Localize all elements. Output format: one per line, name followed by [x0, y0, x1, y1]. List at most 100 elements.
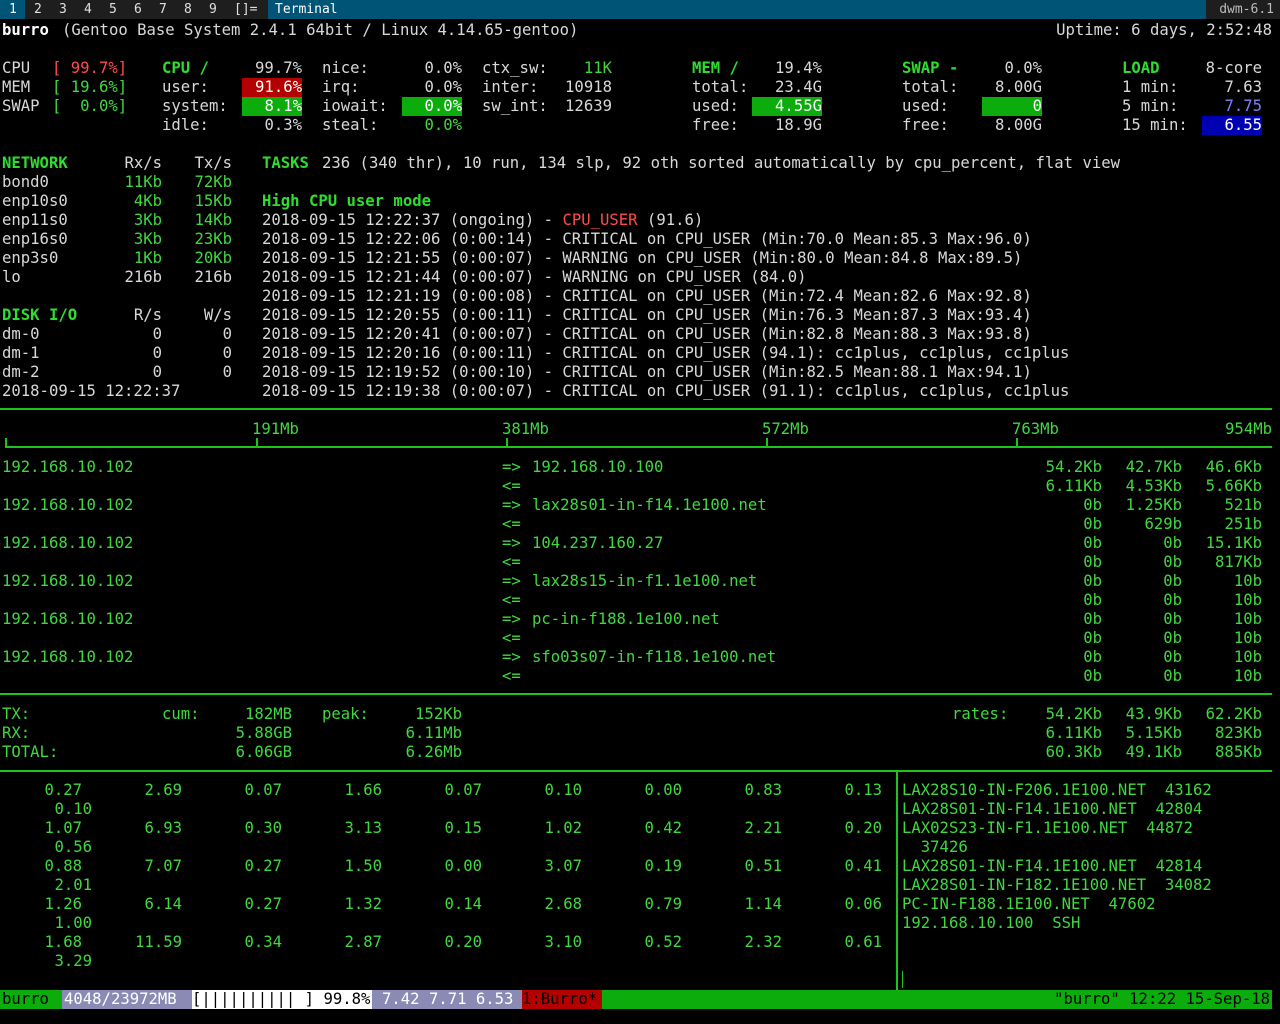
totals-cum-label: cum:: [162, 705, 200, 723]
dwm-bar: 1 2 3 4 5 6 7 8 9 []= Terminal dwm-6.1: [0, 0, 1280, 19]
connection-row: 37426: [902, 838, 968, 856]
cpu-total: 99.7%: [255, 59, 302, 77]
quicklook-swap-label: SWAP: [2, 97, 40, 115]
stats-value: 3.13: [344, 819, 382, 837]
window-title[interactable]: Terminal: [268, 0, 1206, 19]
iftop-scale-tick: [5, 438, 7, 446]
tmux-window[interactable]: 1:Burro*: [522, 990, 602, 1009]
pane-divider-vertical: [896, 771, 898, 990]
layout-symbol[interactable]: []=: [234, 0, 257, 19]
stats-value: 2.32: [744, 933, 782, 951]
stats-value: 0.27: [244, 857, 282, 875]
tag-5[interactable]: 5: [100, 0, 125, 19]
alert-row: 2018-09-15 12:20:55 (0:00:11) - CRITICAL…: [262, 306, 1032, 324]
flow-out-rate: 1.25Kb: [1125, 496, 1182, 514]
network-rx-header: Rx/s: [124, 154, 162, 172]
stats-value: 2.87: [344, 933, 382, 951]
totals-cum: 6.06GB: [235, 743, 292, 761]
cpu-iowait-value: 0.0%: [402, 97, 462, 116]
flow-src: 192.168.10.102: [2, 648, 134, 666]
flow-out-rate: 0b: [1163, 610, 1182, 628]
mem-total-value: 23.4G: [775, 78, 822, 96]
system-info: (Gentoo Base System 2.4.1 64bit / Linux …: [62, 21, 579, 39]
tag-4[interactable]: 4: [75, 0, 100, 19]
swap-header: SWAP -: [902, 59, 959, 77]
network-iface: bond0: [2, 173, 49, 191]
network-tx: 14Kb: [194, 211, 232, 229]
flow-dst: pc-in-f188.1e100.net: [532, 610, 720, 628]
load-header: LOAD: [1122, 59, 1160, 77]
mem-used-label: used:: [692, 97, 739, 115]
flow-out-rate: 0b: [1163, 572, 1182, 590]
tag-1[interactable]: 1: [0, 0, 25, 19]
tag-7[interactable]: 7: [150, 0, 175, 19]
stats-value: 1.02: [544, 819, 582, 837]
tag-9[interactable]: 9: [200, 0, 225, 19]
mem-header: MEM /: [692, 59, 739, 77]
flow-out-rate: 10b: [1233, 648, 1262, 666]
flow-in-arrow: <=: [502, 477, 521, 495]
iftop-scale-tick: [506, 438, 508, 446]
quicklook-mem-value: [ 19.6%]: [52, 78, 128, 96]
disk-name: dm-0: [2, 325, 40, 343]
flow-out-arrow: =>: [502, 458, 521, 476]
tag-8[interactable]: 8: [175, 0, 200, 19]
stats-value: 0.19: [644, 857, 682, 875]
stats-value: 0.00: [444, 857, 482, 875]
stats-value: 0.27: [44, 781, 82, 799]
disk-r: 0: [152, 325, 162, 343]
tmux-cpu: [|||||||||| ] 99.8%: [192, 990, 372, 1009]
tag-label: 9: [209, 2, 217, 17]
flow-in-arrow: <=: [502, 629, 521, 647]
cpu-system-label: system:: [162, 97, 228, 115]
totals-rate: 62.2Kb: [1205, 705, 1262, 723]
flow-in-rate: 10b: [1233, 629, 1262, 647]
alert-ongoing-key: CPU_USER: [562, 211, 638, 229]
flow-in-rate: 0b: [1083, 629, 1102, 647]
stats-value: 0.30: [244, 819, 282, 837]
totals-cum: 182MB: [245, 705, 292, 723]
tag-6[interactable]: 6: [125, 0, 150, 19]
tag-2[interactable]: 2: [25, 0, 50, 19]
stats-value: 0.42: [644, 819, 682, 837]
tag-label: 3: [59, 2, 67, 17]
flow-dst: sfo03s07-in-f118.1e100.net: [532, 648, 777, 666]
flow-in-rate: 629b: [1144, 515, 1182, 533]
tag-3[interactable]: 3: [50, 0, 75, 19]
tag-label: 2: [34, 2, 42, 17]
flow-out-rate: 42.7Kb: [1125, 458, 1182, 476]
uptime: Uptime: 6 days, 2:52:48: [1056, 21, 1272, 39]
stats-value: 1.32: [344, 895, 382, 913]
cpu-iowait-label: iowait:: [322, 97, 388, 115]
cpu-steal-value: 0.0%: [424, 116, 462, 134]
stats-value: 0.27: [244, 895, 282, 913]
tag-label: 1: [9, 2, 17, 17]
network-header: NETWORK: [2, 154, 68, 172]
flow-out-rate: 0b: [1083, 572, 1102, 590]
stats-wrap-value: 3.29: [54, 952, 92, 970]
iftop-scale-line: [5, 446, 1272, 448]
stats-value: 0.10: [544, 781, 582, 799]
flow-in-rate: 0b: [1163, 667, 1182, 685]
flow-out-rate: 46.6Kb: [1205, 458, 1262, 476]
stats-value: 6.14: [144, 895, 182, 913]
stats-value: 0.88: [44, 857, 82, 875]
stats-value: 7.07: [144, 857, 182, 875]
flow-out-rate: 0b: [1083, 496, 1102, 514]
stats-value: 0.07: [244, 781, 282, 799]
disk-r-header: R/s: [133, 306, 162, 324]
alert-row: 2018-09-15 12:21:44 (0:00:07) - WARNING …: [262, 268, 807, 286]
network-rx: 1Kb: [133, 249, 162, 267]
stats-value: 0.00: [644, 781, 682, 799]
iftop-scale-label: 191Mb: [252, 420, 299, 438]
flow-out-rate: 0b: [1083, 610, 1102, 628]
alert-row: 2018-09-15 12:21:19 (0:00:08) - CRITICAL…: [262, 287, 1032, 305]
flow-dst: 192.168.10.100: [532, 458, 664, 476]
totals-rate: 49.1Kb: [1125, 743, 1182, 761]
iftop-totals-divider: [0, 693, 1272, 695]
flow-out-arrow: =>: [502, 534, 521, 552]
flow-in-arrow: <=: [502, 591, 521, 609]
flow-out-rate: 10b: [1233, 572, 1262, 590]
swap-free-value: 8.00G: [995, 116, 1042, 134]
flow-out-rate: 10b: [1233, 610, 1262, 628]
